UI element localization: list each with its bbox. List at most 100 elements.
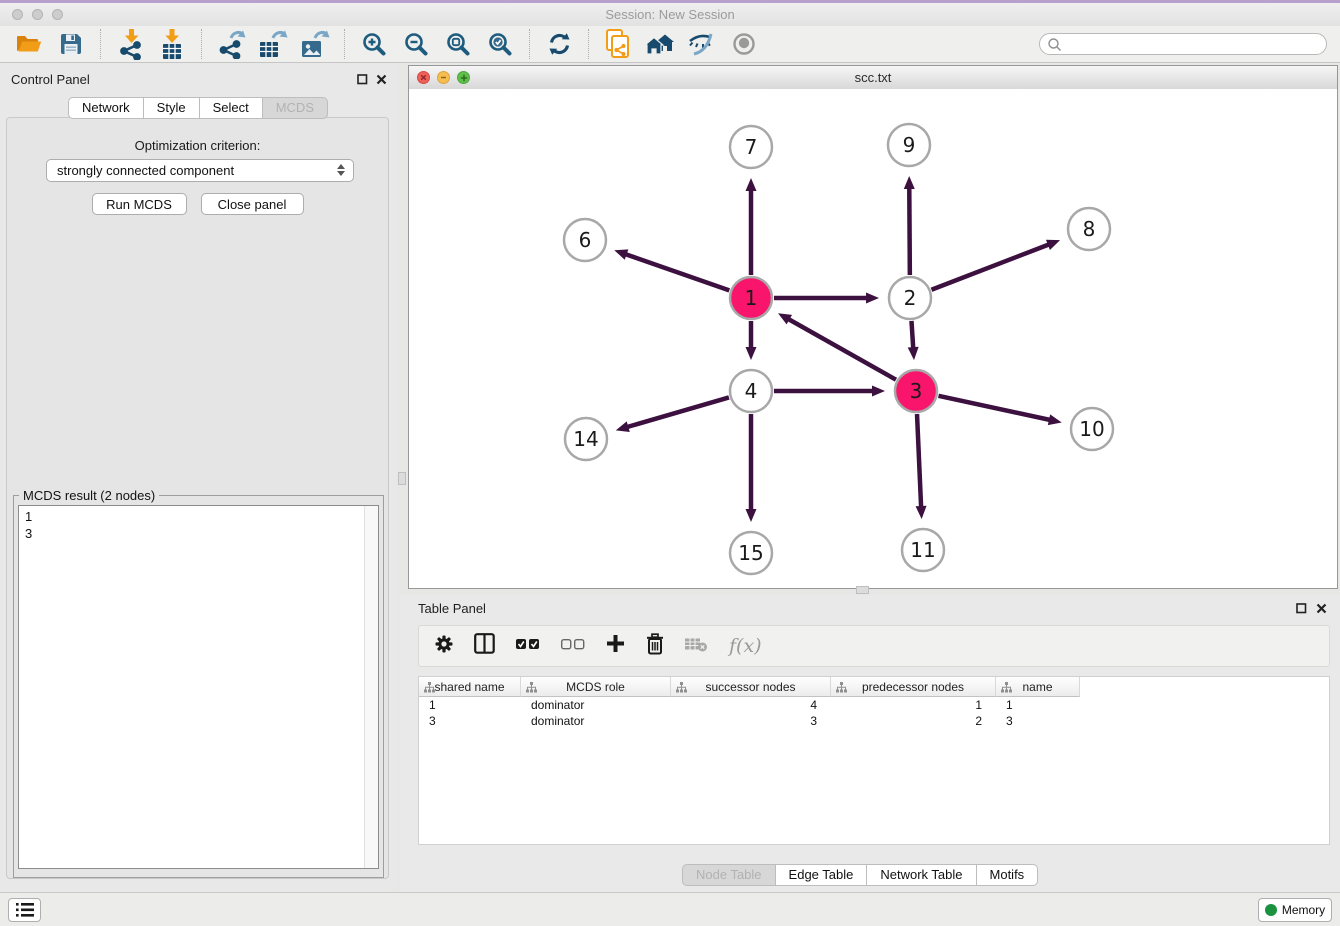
select-all-columns-button[interactable] — [516, 637, 540, 655]
column-header-shared-name[interactable]: shared name — [419, 677, 521, 697]
mcds-tab-content: Optimization criterion: strongly connect… — [6, 117, 389, 879]
graph-edge-3-1[interactable] — [778, 313, 896, 379]
import-table-button[interactable] — [155, 28, 189, 60]
memory-button[interactable]: Memory — [1258, 898, 1332, 922]
graph-edge-1-2[interactable] — [774, 293, 879, 304]
tab-select[interactable]: Select — [200, 97, 263, 119]
network-canvas[interactable]: 1 2 3 4 6 7 8 9 10 11 14 15 — [409, 89, 1337, 588]
close-table-panel-icon[interactable] — [1316, 601, 1327, 619]
open-session-button[interactable] — [12, 28, 46, 60]
function-builder-button[interactable]: f(x) — [729, 637, 762, 656]
unselect-all-columns-button[interactable] — [561, 637, 585, 655]
graph-edge-4-15[interactable] — [746, 414, 757, 522]
tab-style[interactable]: Style — [144, 97, 200, 119]
result-scrollbar[interactable] — [364, 506, 378, 868]
graph-edge-2-3[interactable] — [908, 321, 919, 360]
show-panel-button[interactable] — [727, 28, 761, 60]
show-columns-button[interactable] — [474, 633, 495, 659]
zoom-in-button[interactable] — [357, 28, 391, 60]
close-panel-icon[interactable] — [376, 72, 387, 90]
export-network-button[interactable] — [214, 28, 248, 60]
export-image-icon — [300, 29, 330, 59]
graph-edge-4-14[interactable] — [616, 397, 729, 432]
refresh-network-button[interactable] — [542, 28, 576, 60]
hide-panels-button[interactable] — [685, 28, 719, 60]
network-window-titlebar[interactable]: scc.txt — [409, 66, 1337, 90]
float-table-panel-icon[interactable] — [1296, 601, 1307, 619]
column-header-MCDS-role[interactable]: MCDS role — [521, 677, 671, 697]
zoom-selected-button[interactable] — [483, 28, 517, 60]
delete-columns-button[interactable] — [646, 633, 664, 660]
zoom-fit-button[interactable] — [441, 28, 475, 60]
import-table-icon — [158, 29, 186, 60]
horizontal-divider-handle[interactable] — [856, 586, 869, 594]
graph-node-9[interactable]: 9 — [888, 124, 930, 166]
zoom-out-button[interactable] — [399, 28, 433, 60]
table-cell[interactable]: 1 — [831, 698, 996, 712]
graph-node-8[interactable]: 8 — [1068, 208, 1110, 250]
task-history-button[interactable] — [8, 898, 41, 922]
graph-node-14[interactable]: 14 — [565, 418, 607, 460]
table-settings-button[interactable] — [435, 635, 453, 658]
table-cell[interactable]: 1 — [996, 698, 1080, 712]
graph-edge-2-8[interactable] — [931, 240, 1060, 290]
table-row[interactable]: 1dominator411 — [419, 697, 1329, 713]
graph-node-4[interactable]: 4 — [730, 370, 772, 412]
table-cell[interactable]: dominator — [521, 698, 671, 712]
graph-node-11[interactable]: 11 — [902, 529, 944, 571]
import-network-button[interactable] — [113, 28, 147, 60]
vertical-divider-handle[interactable] — [398, 472, 406, 485]
network-maximize-button[interactable] — [457, 71, 470, 84]
column-header-successor-nodes[interactable]: successor nodes — [671, 677, 831, 697]
graph-edge-3-10[interactable] — [938, 396, 1061, 425]
tab-network[interactable]: Network — [68, 97, 144, 119]
graph-node-3[interactable]: 3 — [895, 370, 937, 412]
tab-edge-table[interactable]: Edge Table — [776, 864, 868, 886]
table-cell[interactable]: 3 — [671, 714, 831, 728]
tab-mcds[interactable]: MCDS — [263, 97, 328, 119]
search-field[interactable] — [1039, 33, 1327, 55]
tab-motifs[interactable]: Motifs — [977, 864, 1039, 886]
graph-node-10[interactable]: 10 — [1071, 408, 1113, 450]
graph-node-7[interactable]: 7 — [730, 126, 772, 168]
delete-table-button[interactable] — [685, 636, 708, 657]
export-table-button[interactable] — [256, 28, 290, 60]
mcds-result-textarea[interactable]: 13 — [18, 505, 379, 869]
table-cell[interactable]: 4 — [671, 698, 831, 712]
float-panel-icon[interactable] — [357, 72, 368, 90]
home-layout-button[interactable] — [643, 28, 677, 60]
network-close-button[interactable] — [417, 71, 430, 84]
save-session-button[interactable] — [54, 28, 88, 60]
tab-node-table[interactable]: Node Table — [682, 864, 776, 886]
run-mcds-button[interactable]: Run MCDS — [92, 193, 187, 215]
search-input[interactable] — [1065, 34, 1326, 54]
table-row[interactable]: 3dominator323 — [419, 713, 1329, 729]
graph-edge-4-3[interactable] — [774, 386, 885, 397]
column-header-name[interactable]: name — [996, 677, 1080, 697]
close-panel-button[interactable]: Close panel — [201, 193, 304, 215]
graph-edge-3-11[interactable] — [916, 414, 927, 519]
import-network-icon — [117, 29, 144, 60]
graph-node-1[interactable]: 1 — [730, 277, 772, 319]
graph-node-15[interactable]: 15 — [730, 532, 772, 574]
add-column-button[interactable] — [606, 634, 625, 658]
table-cell[interactable]: 1 — [419, 698, 521, 712]
table-cell[interactable]: dominator — [521, 714, 671, 728]
tab-network-table[interactable]: Network Table — [867, 864, 976, 886]
graph-edge-1-4[interactable] — [746, 321, 757, 360]
graph-edge-1-7[interactable] — [746, 178, 757, 275]
export-image-button[interactable] — [298, 28, 332, 60]
graph-edge-1-6[interactable] — [614, 249, 729, 290]
table-cell[interactable]: 3 — [419, 714, 521, 728]
table-cell[interactable]: 3 — [996, 714, 1080, 728]
graph-node-6[interactable]: 6 — [564, 219, 606, 261]
graph-edge-2-9[interactable] — [904, 176, 915, 275]
save-floppy-icon — [60, 33, 82, 55]
network-minimize-button[interactable] — [437, 71, 450, 84]
table-cell[interactable]: 2 — [831, 714, 996, 728]
column-header-predecessor-nodes[interactable]: predecessor nodes — [831, 677, 996, 697]
network-file-button[interactable] — [601, 28, 635, 60]
optimization-criterion-dropdown[interactable]: strongly connected component — [46, 159, 354, 182]
table-body: 1dominator4113dominator323 — [419, 697, 1329, 729]
graph-node-2[interactable]: 2 — [889, 277, 931, 319]
